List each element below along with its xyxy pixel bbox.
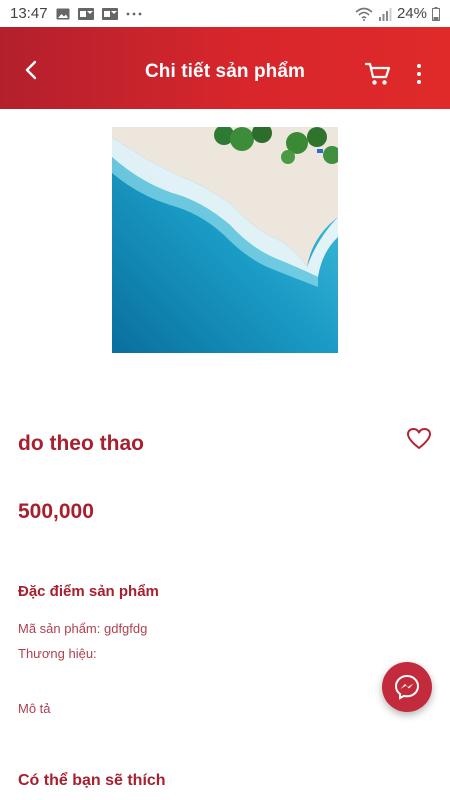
cart-button[interactable] <box>364 61 392 87</box>
product-code: Mã sản phẩm: gdfgfdg <box>18 621 148 636</box>
outlook-notification-icon-2 <box>101 7 118 20</box>
product-brand: Thương hiệu: <box>18 646 97 661</box>
product-image[interactable] <box>112 127 338 353</box>
outlook-notification-icon <box>77 7 94 20</box>
product-features-heading: Đặc điểm sản phẩm <box>18 583 159 600</box>
beach-image <box>112 127 338 353</box>
favorite-button[interactable] <box>406 427 432 451</box>
battery-icon <box>432 6 440 21</box>
product-description: Mô tả <box>18 701 51 716</box>
image-notification-icon <box>56 8 70 19</box>
heart-outline-icon <box>407 428 431 449</box>
status-bar: 13:47 24% <box>0 0 450 27</box>
status-time: 13:47 <box>10 5 48 22</box>
app-bar: Chi tiết sản phẩm <box>0 27 450 109</box>
signal-icon <box>378 7 392 21</box>
messenger-button[interactable] <box>382 662 432 712</box>
shopping-cart-icon <box>364 62 391 85</box>
messenger-icon <box>394 674 420 700</box>
wifi-icon <box>355 7 373 21</box>
more-options-button[interactable] <box>410 61 428 87</box>
more-notifications-icon <box>126 12 141 15</box>
product-name: do theo thao <box>18 432 144 455</box>
status-right: 24% <box>355 5 440 22</box>
suggestions-heading: Có thể bạn sẽ thích <box>18 772 166 789</box>
more-vertical-icon <box>417 64 421 68</box>
product-price: 500,000 <box>18 500 94 523</box>
battery-percentage: 24% <box>396 5 427 22</box>
status-left: 13:47 <box>10 5 142 22</box>
